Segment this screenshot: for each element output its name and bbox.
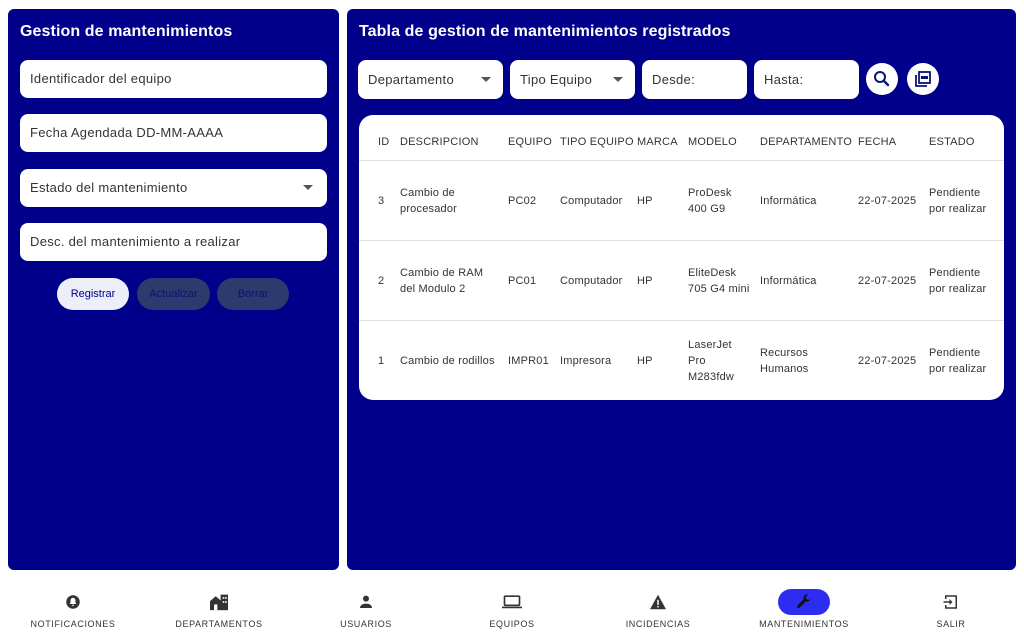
form-title: Gestion de mantenimientos — [20, 23, 233, 40]
warning-icon — [632, 589, 684, 615]
column-model-header: MODELO — [688, 136, 737, 148]
equipment-id-input[interactable]: Identificador del equipo — [20, 60, 327, 98]
dropdown-arrow-icon — [613, 77, 623, 82]
nav-label: USUARIOS — [340, 619, 392, 629]
person-icon — [340, 589, 392, 615]
cell-modelo: EliteDesk 705 G4 mini — [688, 266, 750, 295]
wrench-icon — [778, 589, 830, 615]
table-title: Tabla de gestion de mantenimientos regis… — [359, 23, 731, 40]
cell-tipo: Computador — [560, 194, 623, 207]
register-button[interactable]: Registrar — [57, 278, 129, 310]
cell-fecha: 22-07-2025 — [858, 354, 917, 367]
laptop-icon — [486, 589, 538, 615]
dropdown-arrow-icon — [481, 77, 491, 82]
column-id-header: ID — [378, 136, 390, 148]
logout-icon — [925, 589, 977, 615]
nav-label: SALIR — [936, 619, 966, 629]
column-date-header: FECHA — [858, 136, 897, 148]
date-to-input[interactable]: Hasta: — [754, 60, 859, 99]
maintenance-form-panel: Gestion de mantenimientos Identificador … — [8, 9, 339, 570]
cell-departamento: Informática — [760, 194, 817, 207]
nav-item-incidencias[interactable]: INCIDENCIAS — [585, 577, 731, 641]
table-row[interactable]: 1 Cambio de rodillos IMPR01 Impresora HP Lase… — [359, 320, 1004, 400]
column-description-header: DESCRIPCION — [400, 136, 479, 148]
pdf-icon — [915, 71, 931, 87]
cell-descripcion: Cambio de RAM del Modulo 2 — [400, 266, 484, 295]
department-filter-select[interactable]: Departamento — [358, 60, 503, 99]
cell-estado: Pendiente por realizar — [929, 346, 987, 375]
table-row[interactable]: 3 Cambio de procesador PC02 Computador HP Pro… — [359, 160, 1004, 240]
cell-departamento: Recursos Humanos — [760, 346, 809, 375]
cell-id: 3 — [378, 194, 385, 207]
cell-departamento: Informática — [760, 274, 817, 287]
nav-item-equipos[interactable]: EQUIPOS — [439, 577, 585, 641]
cell-estado: Pendiente por realizar — [929, 186, 987, 215]
scheduled-date-input[interactable]: Fecha Agendada DD-MM-AAAA — [20, 114, 327, 152]
nav-item-mantenimientos[interactable]: MANTENIMIENTOS — [731, 577, 877, 641]
department-filter-label: Departamento — [368, 72, 454, 87]
cell-tipo: Impresora — [560, 354, 612, 367]
cell-modelo: ProDesk 400 G9 — [688, 186, 732, 215]
nav-label: DEPARTAMENTOS — [175, 619, 263, 629]
cell-estado: Pendiente por realizar — [929, 266, 987, 295]
cell-tipo: Computador — [560, 274, 623, 287]
search-button[interactable] — [866, 63, 898, 95]
maintenance-status-select[interactable]: Estado del mantenimiento — [20, 169, 327, 207]
equipment-type-filter-select[interactable]: Tipo Equipo — [510, 60, 635, 99]
export-pdf-button[interactable] — [907, 63, 939, 95]
maintenance-table: ID DESCRIPCION EQUIPO TIPO EQUIPO MARCA MODEL… — [359, 115, 1004, 400]
column-brand-header: MARCA — [637, 136, 678, 148]
equipment-type-filter-label: Tipo Equipo — [520, 72, 593, 87]
column-equipment-type-header: TIPO EQUIPO — [560, 136, 634, 148]
nav-label: EQUIPOS — [489, 619, 535, 629]
nav-item-usuarios[interactable]: USUARIOS — [293, 577, 439, 641]
buildings-icon — [193, 589, 245, 615]
nav-label: INCIDENCIAS — [625, 619, 691, 629]
update-button[interactable]: Actualizar — [137, 278, 210, 310]
cell-equipo: PC02 — [508, 194, 537, 207]
nav-item-notificaciones[interactable]: NOTIFICACIONES — [0, 577, 146, 641]
cell-fecha: 22-07-2025 — [858, 194, 917, 207]
cell-descripcion: Cambio de rodillos — [400, 354, 495, 367]
dropdown-arrow-icon — [303, 185, 313, 190]
bell-icon — [47, 589, 99, 615]
maintenance-table-panel: Tabla de gestion de mantenimientos regis… — [347, 9, 1016, 570]
column-equipment-header: EQUIPO — [508, 136, 552, 148]
table-row[interactable]: 2 Cambio de RAM del Modulo 2 PC01 Computado… — [359, 240, 1004, 320]
cell-equipo: IMPR01 — [508, 354, 549, 367]
delete-button[interactable]: Borrar — [217, 278, 289, 310]
date-from-input[interactable]: Desde: — [642, 60, 747, 99]
nav-item-departamentos[interactable]: DEPARTAMENTOS — [146, 577, 292, 641]
cell-marca: HP — [637, 354, 653, 367]
maintenance-status-label: Estado del mantenimiento — [30, 180, 188, 195]
bottom-navigation: NOTIFICACIONES DEPARTAMENTOS USUARIOS EQUIP… — [0, 577, 1024, 641]
nav-label: MANTENIMIENTOS — [759, 619, 849, 629]
column-status-header: ESTADO — [929, 136, 975, 148]
nav-item-salir[interactable]: SALIR — [878, 577, 1024, 641]
cell-marca: HP — [637, 274, 653, 287]
cell-id: 1 — [378, 354, 385, 367]
cell-fecha: 22-07-2025 — [858, 274, 917, 287]
cell-marca: HP — [637, 194, 653, 207]
cell-equipo: PC01 — [508, 274, 537, 287]
search-icon — [874, 71, 890, 87]
maintenance-description-input[interactable]: Desc. del mantenimiento a realizar — [20, 223, 327, 261]
cell-modelo: LaserJet Pro M283fdw — [688, 338, 735, 383]
cell-descripcion: Cambio de procesador — [400, 186, 458, 215]
nav-label: NOTIFICACIONES — [30, 619, 116, 629]
column-department-header: DEPARTAMENTO — [760, 136, 853, 148]
cell-id: 2 — [378, 274, 385, 287]
